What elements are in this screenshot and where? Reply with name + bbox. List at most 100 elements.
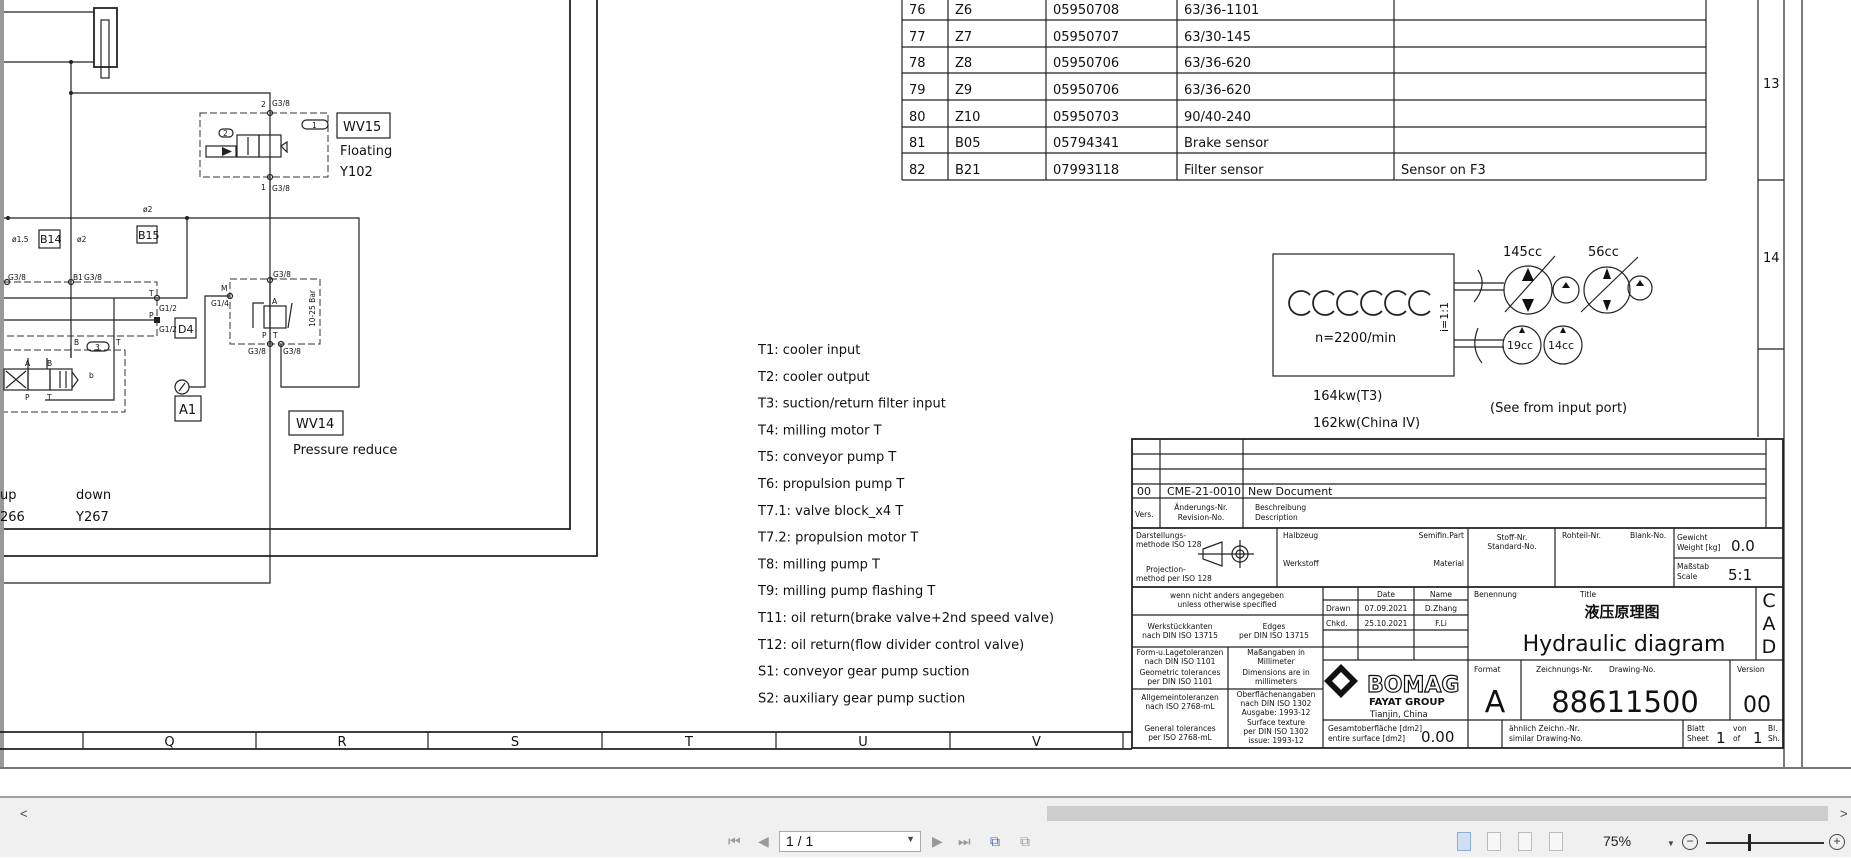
port-label: B bbox=[74, 338, 79, 347]
label: Material bbox=[1434, 559, 1464, 568]
orifice-label: ø1.5 bbox=[12, 235, 29, 244]
port-legend: T1: cooler input T2: cooler output T3: suc… bbox=[757, 343, 1054, 706]
label: Zeichnungs-Nr. bbox=[1536, 665, 1593, 674]
drawing-title: Hydraulic diagram bbox=[1523, 632, 1726, 657]
zone-letter: Q bbox=[164, 735, 174, 750]
label: nach DIN ISO 1101 bbox=[1145, 657, 1216, 666]
scroll-right-icon[interactable]: > bbox=[1840, 805, 1848, 822]
checked-name: F.Li bbox=[1435, 619, 1447, 628]
callout: 2 bbox=[223, 129, 228, 138]
label: of bbox=[1733, 734, 1741, 743]
two-page-view-icon[interactable] bbox=[1518, 832, 1532, 851]
table-row: 79 Z9 05950706 63/36-620 bbox=[909, 83, 1251, 98]
port-label: A bbox=[25, 359, 31, 368]
legend-item: S1: conveyor gear pump suction bbox=[758, 665, 970, 680]
table-cell: 79 bbox=[909, 83, 926, 98]
label: Gewicht bbox=[1677, 533, 1708, 542]
horizontal-scrollbar[interactable]: < > bbox=[0, 805, 1851, 822]
port-label: G1/2 bbox=[159, 304, 177, 313]
hydraulic-schematic: 2 1 2 G3/8 1 G3/8 WV15 Floating Y102 B15… bbox=[0, 0, 598, 584]
next-page-icon[interactable]: ▶ bbox=[932, 831, 943, 851]
zoom-dropdown-icon[interactable]: ▼ bbox=[1667, 834, 1675, 854]
b14-label: B14 bbox=[40, 233, 62, 246]
label: Name bbox=[1430, 590, 1453, 599]
port-label: B bbox=[47, 359, 52, 368]
previous-view-icon[interactable]: ⧉ bbox=[990, 831, 1000, 851]
port-label: G3/8 bbox=[283, 347, 301, 356]
label: per DIN ISO 13715 bbox=[1239, 631, 1309, 640]
pump-label: 14cc bbox=[1548, 339, 1574, 352]
label: Drawing-No. bbox=[1609, 665, 1655, 674]
label: per DIN ISO 1302 bbox=[1243, 727, 1308, 736]
wv15-code: Y102 bbox=[339, 165, 373, 180]
port-label: G3/8 bbox=[248, 347, 266, 356]
previous-page-icon[interactable]: ◀ bbox=[758, 831, 769, 851]
continuous-view-icon[interactable] bbox=[1487, 832, 1501, 851]
port-label: T bbox=[148, 289, 154, 298]
power-rating: 164kw(T3) bbox=[1313, 389, 1382, 404]
label: Format bbox=[1474, 665, 1500, 674]
drawn-date: 07.09.2021 bbox=[1365, 604, 1408, 613]
label: Werkstückkanten bbox=[1148, 622, 1213, 631]
power-rating: 162kw(China IV) bbox=[1313, 416, 1420, 431]
table-cell: 81 bbox=[909, 136, 926, 151]
table-cell: Z6 bbox=[955, 3, 972, 18]
scrollbar-thumb[interactable] bbox=[1047, 806, 1828, 821]
scroll-left-icon[interactable]: < bbox=[20, 805, 28, 822]
label: methode ISO 128 bbox=[1136, 540, 1202, 549]
surface-value: 0.00 bbox=[1421, 728, 1454, 746]
weight-value: 0.0 bbox=[1731, 537, 1755, 555]
page-bottom-edge bbox=[0, 767, 1851, 769]
table-row: 78 Z8 05950706 63/36-620 bbox=[909, 56, 1251, 71]
two-page-continuous-view-icon[interactable] bbox=[1549, 832, 1563, 851]
zone-letter: V bbox=[1032, 735, 1041, 750]
title-cn: 液压原理图 bbox=[1584, 603, 1659, 621]
zoom-slider[interactable] bbox=[1706, 842, 1824, 844]
label: Chkd. bbox=[1326, 619, 1347, 628]
port-label: 1 bbox=[261, 183, 266, 192]
sheet-total: 1 bbox=[1753, 729, 1763, 747]
zoom-out-icon[interactable]: − bbox=[1682, 834, 1698, 850]
table-row: 80 Z10 05950703 90/40-240 bbox=[909, 110, 1251, 125]
next-view-icon[interactable]: ⧉ bbox=[1020, 831, 1030, 851]
legend-item: S2: auxiliary gear pump suction bbox=[758, 691, 965, 706]
legend-item: T7.1: valve block_x4 T bbox=[757, 504, 903, 519]
port-label: T bbox=[272, 331, 278, 340]
zone-letter: S bbox=[511, 735, 519, 750]
wv15-label: WV15 bbox=[343, 120, 381, 135]
orifice-label: ø2 bbox=[77, 235, 87, 244]
gear-ratio: i=1:1 bbox=[1438, 302, 1451, 332]
cad-letter: C bbox=[1762, 590, 1775, 612]
zoom-in-icon[interactable]: + bbox=[1829, 834, 1845, 850]
zoom-slider-thumb[interactable] bbox=[1748, 834, 1751, 851]
label: Drawn bbox=[1326, 604, 1351, 613]
label: Darstellungs- bbox=[1136, 531, 1186, 540]
legend-item: T11: oil return(brake valve+2nd speed va… bbox=[757, 611, 1054, 626]
y267-label: Y267 bbox=[75, 510, 109, 525]
table-cell: Z10 bbox=[955, 110, 980, 125]
engine-coil bbox=[1312, 290, 1335, 316]
table-cell: 07993118 bbox=[1053, 163, 1119, 178]
pump-label: 145cc bbox=[1503, 245, 1542, 260]
label: Projection- bbox=[1146, 565, 1186, 574]
orifice-label: ø2 bbox=[143, 205, 153, 214]
table-cell: 05950703 bbox=[1053, 110, 1119, 125]
parts-table: 76 Z6 05950708 63/36-1101 77 Z7 05950707 63/30-… bbox=[901, 0, 1707, 181]
group-logo-text: FAYAT GROUP bbox=[1369, 697, 1445, 708]
table-row: 81 B05 05794341 Brake sensor bbox=[909, 136, 1269, 151]
projection-symbol-icon bbox=[1198, 540, 1254, 568]
legend-item: T3: suction/return filter input bbox=[757, 397, 946, 412]
first-page-icon[interactable]: ⏮ bbox=[728, 831, 741, 851]
page-number-input[interactable]: 1 / 1 ▼ bbox=[779, 831, 921, 852]
table-cell: 90/40-240 bbox=[1184, 110, 1251, 125]
port-label: P bbox=[149, 311, 154, 320]
label: wenn nicht anders angegeben bbox=[1170, 591, 1284, 600]
chevron-down-icon[interactable]: ▼ bbox=[906, 834, 915, 844]
label: Blatt bbox=[1687, 724, 1705, 733]
label: method per ISO 128 bbox=[1136, 574, 1212, 583]
label: Halbzeug bbox=[1283, 531, 1318, 540]
zoom-level[interactable]: 75% bbox=[1603, 833, 1631, 849]
last-page-icon[interactable]: ⏭ bbox=[958, 831, 971, 851]
table-cell: B05 bbox=[955, 136, 980, 151]
single-page-view-icon[interactable] bbox=[1457, 832, 1471, 851]
